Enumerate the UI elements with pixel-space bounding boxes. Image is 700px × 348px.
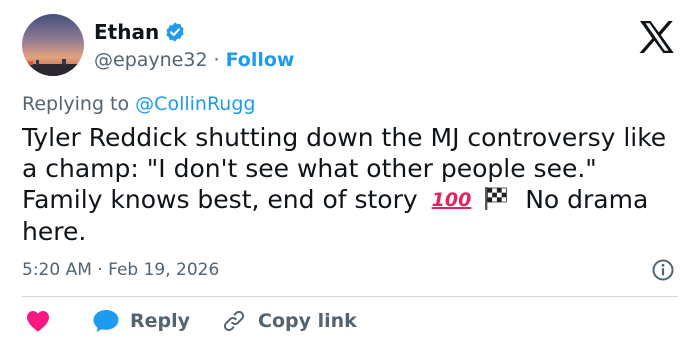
x-logo-icon[interactable]: [639, 20, 675, 54]
tweet-time: 5:20 AM: [22, 260, 92, 280]
reply-mention-link[interactable]: @CollinRugg: [135, 93, 255, 115]
reply-label: Reply: [130, 310, 191, 332]
avatar-image: [22, 14, 84, 76]
info-icon[interactable]: [651, 258, 675, 282]
tweet-text: Tyler Reddick shutting down the MJ contr…: [22, 122, 672, 247]
timestamp-separator: ·: [97, 260, 103, 280]
action-bar: Reply Copy link: [22, 306, 357, 336]
author-handle[interactable]: @epayne32: [94, 48, 208, 72]
reply-button[interactable]: Reply: [92, 309, 190, 333]
like-button[interactable]: [22, 310, 50, 332]
checkered-flag-emoji: [483, 185, 509, 211]
tweet-date: Feb 19, 2026: [108, 260, 220, 280]
reply-bubble-icon: [93, 310, 119, 332]
author-name-row: Ethan: [94, 20, 186, 44]
author-handle-row: @epayne32 · Follow: [94, 48, 295, 72]
author-name[interactable]: Ethan: [94, 20, 159, 44]
copy-link-label: Copy link: [258, 310, 357, 332]
verified-badge-icon: [164, 21, 186, 43]
reply-context: Replying to @CollinRugg: [22, 92, 255, 116]
avatar[interactable]: [22, 14, 84, 76]
tweet-card: Ethan @epayne32 · Follow Replying to @Co…: [0, 0, 700, 348]
follow-button[interactable]: Follow: [226, 48, 295, 72]
hundred-points-emoji: 100: [431, 189, 472, 211]
handle-separator: ·: [213, 49, 220, 71]
heart-icon: [27, 311, 49, 332]
tweet-timestamp[interactable]: 5:20 AM · Feb 19, 2026: [22, 258, 219, 282]
link-icon: [223, 310, 245, 332]
reply-prefix: Replying to: [22, 93, 130, 115]
copy-link-button[interactable]: Copy link: [222, 309, 357, 333]
divider: [22, 296, 678, 297]
